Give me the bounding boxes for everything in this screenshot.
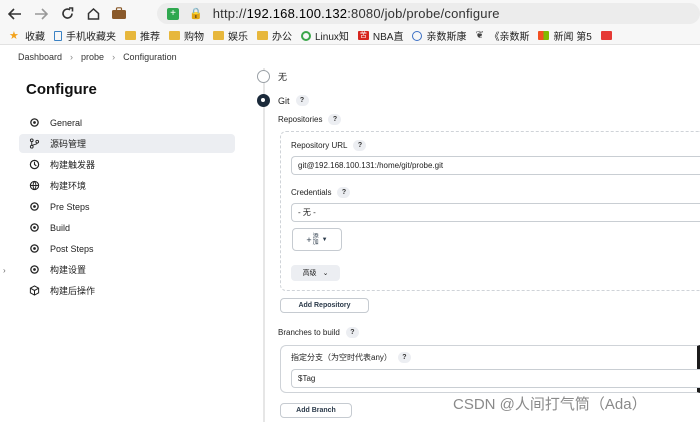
phone-icon bbox=[54, 30, 62, 41]
advanced-button[interactable]: 高级 ⌄ bbox=[291, 265, 340, 281]
reload-icon[interactable] bbox=[56, 3, 78, 25]
sidebar-item-triggers[interactable]: 构建触发器 bbox=[19, 155, 235, 174]
repo-url-input[interactable]: git@192.168.100.131:/home/git/probe.git bbox=[291, 156, 700, 175]
globe-icon bbox=[28, 180, 40, 192]
credentials-select[interactable]: - 无 - bbox=[291, 203, 700, 222]
breadcrumb-configuration[interactable]: Configuration bbox=[123, 52, 177, 62]
repo-url-label: Repository URL ? bbox=[291, 140, 367, 151]
back-icon[interactable] bbox=[4, 3, 26, 25]
book-icon: ❦ bbox=[475, 30, 484, 41]
sidebar-item-pre-steps[interactable]: Pre Steps bbox=[19, 197, 235, 216]
collapse-handle-icon[interactable]: › bbox=[3, 266, 6, 275]
radio-none[interactable] bbox=[257, 70, 270, 83]
credentials-label: Credentials ? bbox=[291, 187, 351, 198]
add-credentials-button[interactable]: + 添 加 ▼ bbox=[292, 228, 342, 251]
gear-icon bbox=[28, 201, 40, 213]
folder-icon bbox=[213, 31, 224, 40]
gear-icon bbox=[28, 243, 40, 255]
star-icon: ★ bbox=[9, 29, 19, 42]
sidebar-item-general[interactable]: General bbox=[19, 113, 235, 132]
gear-icon bbox=[28, 222, 40, 234]
chevron-right-icon: › bbox=[70, 51, 74, 62]
repositories-label: Repositories ? bbox=[278, 114, 342, 125]
sidebar-item-build-settings[interactable]: 构建设置 bbox=[19, 260, 235, 279]
sidebar-item-scm[interactable]: 源码管理 bbox=[19, 134, 235, 153]
bookmark-item[interactable]: 推荐 bbox=[125, 28, 160, 43]
gear-icon bbox=[28, 264, 40, 276]
folder-icon bbox=[257, 31, 268, 40]
scm-option-git[interactable]: Git ? bbox=[257, 94, 309, 107]
folder-icon bbox=[169, 31, 180, 40]
ms-icon bbox=[538, 31, 550, 40]
help-icon[interactable]: ? bbox=[345, 327, 359, 338]
scm-option-none[interactable]: 无 bbox=[257, 70, 287, 83]
sidebar-item-environment[interactable]: 构建环境 bbox=[19, 176, 235, 195]
help-icon[interactable]: ? bbox=[353, 140, 367, 151]
security-shield-icon: + bbox=[167, 7, 179, 20]
home-icon[interactable] bbox=[82, 3, 104, 25]
add-repository-button[interactable]: Add Repository bbox=[280, 298, 369, 313]
add-branch-button[interactable]: Add Branch bbox=[280, 403, 352, 418]
briefcase-icon[interactable] bbox=[110, 6, 128, 22]
chevron-right-icon: › bbox=[112, 51, 116, 62]
globe-icon bbox=[412, 30, 423, 41]
bookmark-item[interactable]: 娱乐 bbox=[213, 28, 248, 43]
branch-specifier-label: 指定分支（为空时代表any） ? bbox=[291, 352, 411, 363]
bookmark-item[interactable]: ❦ 《亲数斯 bbox=[475, 28, 529, 44]
section-divider bbox=[263, 68, 265, 422]
help-icon[interactable]: ? bbox=[328, 114, 342, 125]
breadcrumb-probe[interactable]: probe bbox=[81, 52, 104, 62]
bookmark-item[interactable]: 苦 NBA直 bbox=[357, 28, 403, 43]
breadcrumb: Dashboard › probe › Configuration bbox=[0, 45, 700, 68]
url-text: http://192.168.100.132:8080/job/probe/co… bbox=[212, 6, 500, 21]
sidebar-item-build[interactable]: Build bbox=[19, 218, 235, 237]
bookmark-item[interactable] bbox=[600, 31, 616, 40]
bookmark-item[interactable]: 亲数斯康 bbox=[412, 28, 466, 43]
cube-icon bbox=[28, 285, 40, 297]
browser-toolbar: + 🔒 http://192.168.100.132:8080/job/prob… bbox=[0, 0, 700, 27]
branch-specifier-input[interactable]: $Tag bbox=[291, 369, 700, 388]
nba-icon: 苦 bbox=[357, 31, 369, 40]
breadcrumb-dashboard[interactable]: Dashboard bbox=[18, 52, 62, 62]
folder-icon bbox=[125, 31, 136, 40]
plus-icon: + bbox=[306, 234, 312, 245]
gear-icon bbox=[28, 117, 40, 129]
circle-icon bbox=[301, 30, 311, 41]
radio-git[interactable] bbox=[257, 94, 270, 107]
watermark: CSDN @人间打气筒（Ada） bbox=[453, 396, 647, 413]
bookmark-item[interactable]: 办公 bbox=[257, 28, 292, 43]
chevron-down-icon: ▼ bbox=[321, 236, 328, 243]
help-icon[interactable]: ? bbox=[337, 187, 351, 198]
chevron-down-icon: ⌄ bbox=[322, 270, 329, 277]
sidebar-item-post-build[interactable]: 构建后操作 bbox=[19, 281, 235, 300]
sidebar-item-post-steps[interactable]: Post Steps bbox=[19, 239, 235, 258]
bookmark-item[interactable]: 新闻 第5 bbox=[538, 28, 592, 43]
insecure-lock-icon[interactable]: 🔒 bbox=[189, 7, 203, 20]
address-bar[interactable]: + 🔒 http://192.168.100.132:8080/job/prob… bbox=[157, 3, 700, 24]
app-icon bbox=[600, 31, 612, 40]
bookmark-item[interactable]: ★ 收藏 bbox=[9, 28, 45, 43]
bookmark-item[interactable]: Linux知 bbox=[301, 28, 349, 43]
help-icon[interactable]: ? bbox=[397, 352, 411, 363]
forward-icon[interactable] bbox=[30, 3, 52, 25]
page-title: Configure bbox=[26, 81, 97, 98]
bookmark-item[interactable]: 手机收藏夹 bbox=[54, 28, 116, 43]
clock-icon bbox=[28, 159, 40, 171]
bookmarks-bar: ★ 收藏 手机收藏夹 推荐 购物 娱乐 办公 Linux知 苦 NBA直 亲数斯康 … bbox=[0, 27, 700, 45]
help-icon[interactable]: ? bbox=[295, 95, 309, 106]
bookmark-item[interactable]: 购物 bbox=[169, 28, 204, 43]
configure-sidebar: Configure General 源码管理 构建触发器 构建环境 Pre St… bbox=[0, 68, 242, 422]
branch-icon bbox=[28, 138, 40, 150]
branches-label: Branches to build ? bbox=[278, 327, 359, 338]
